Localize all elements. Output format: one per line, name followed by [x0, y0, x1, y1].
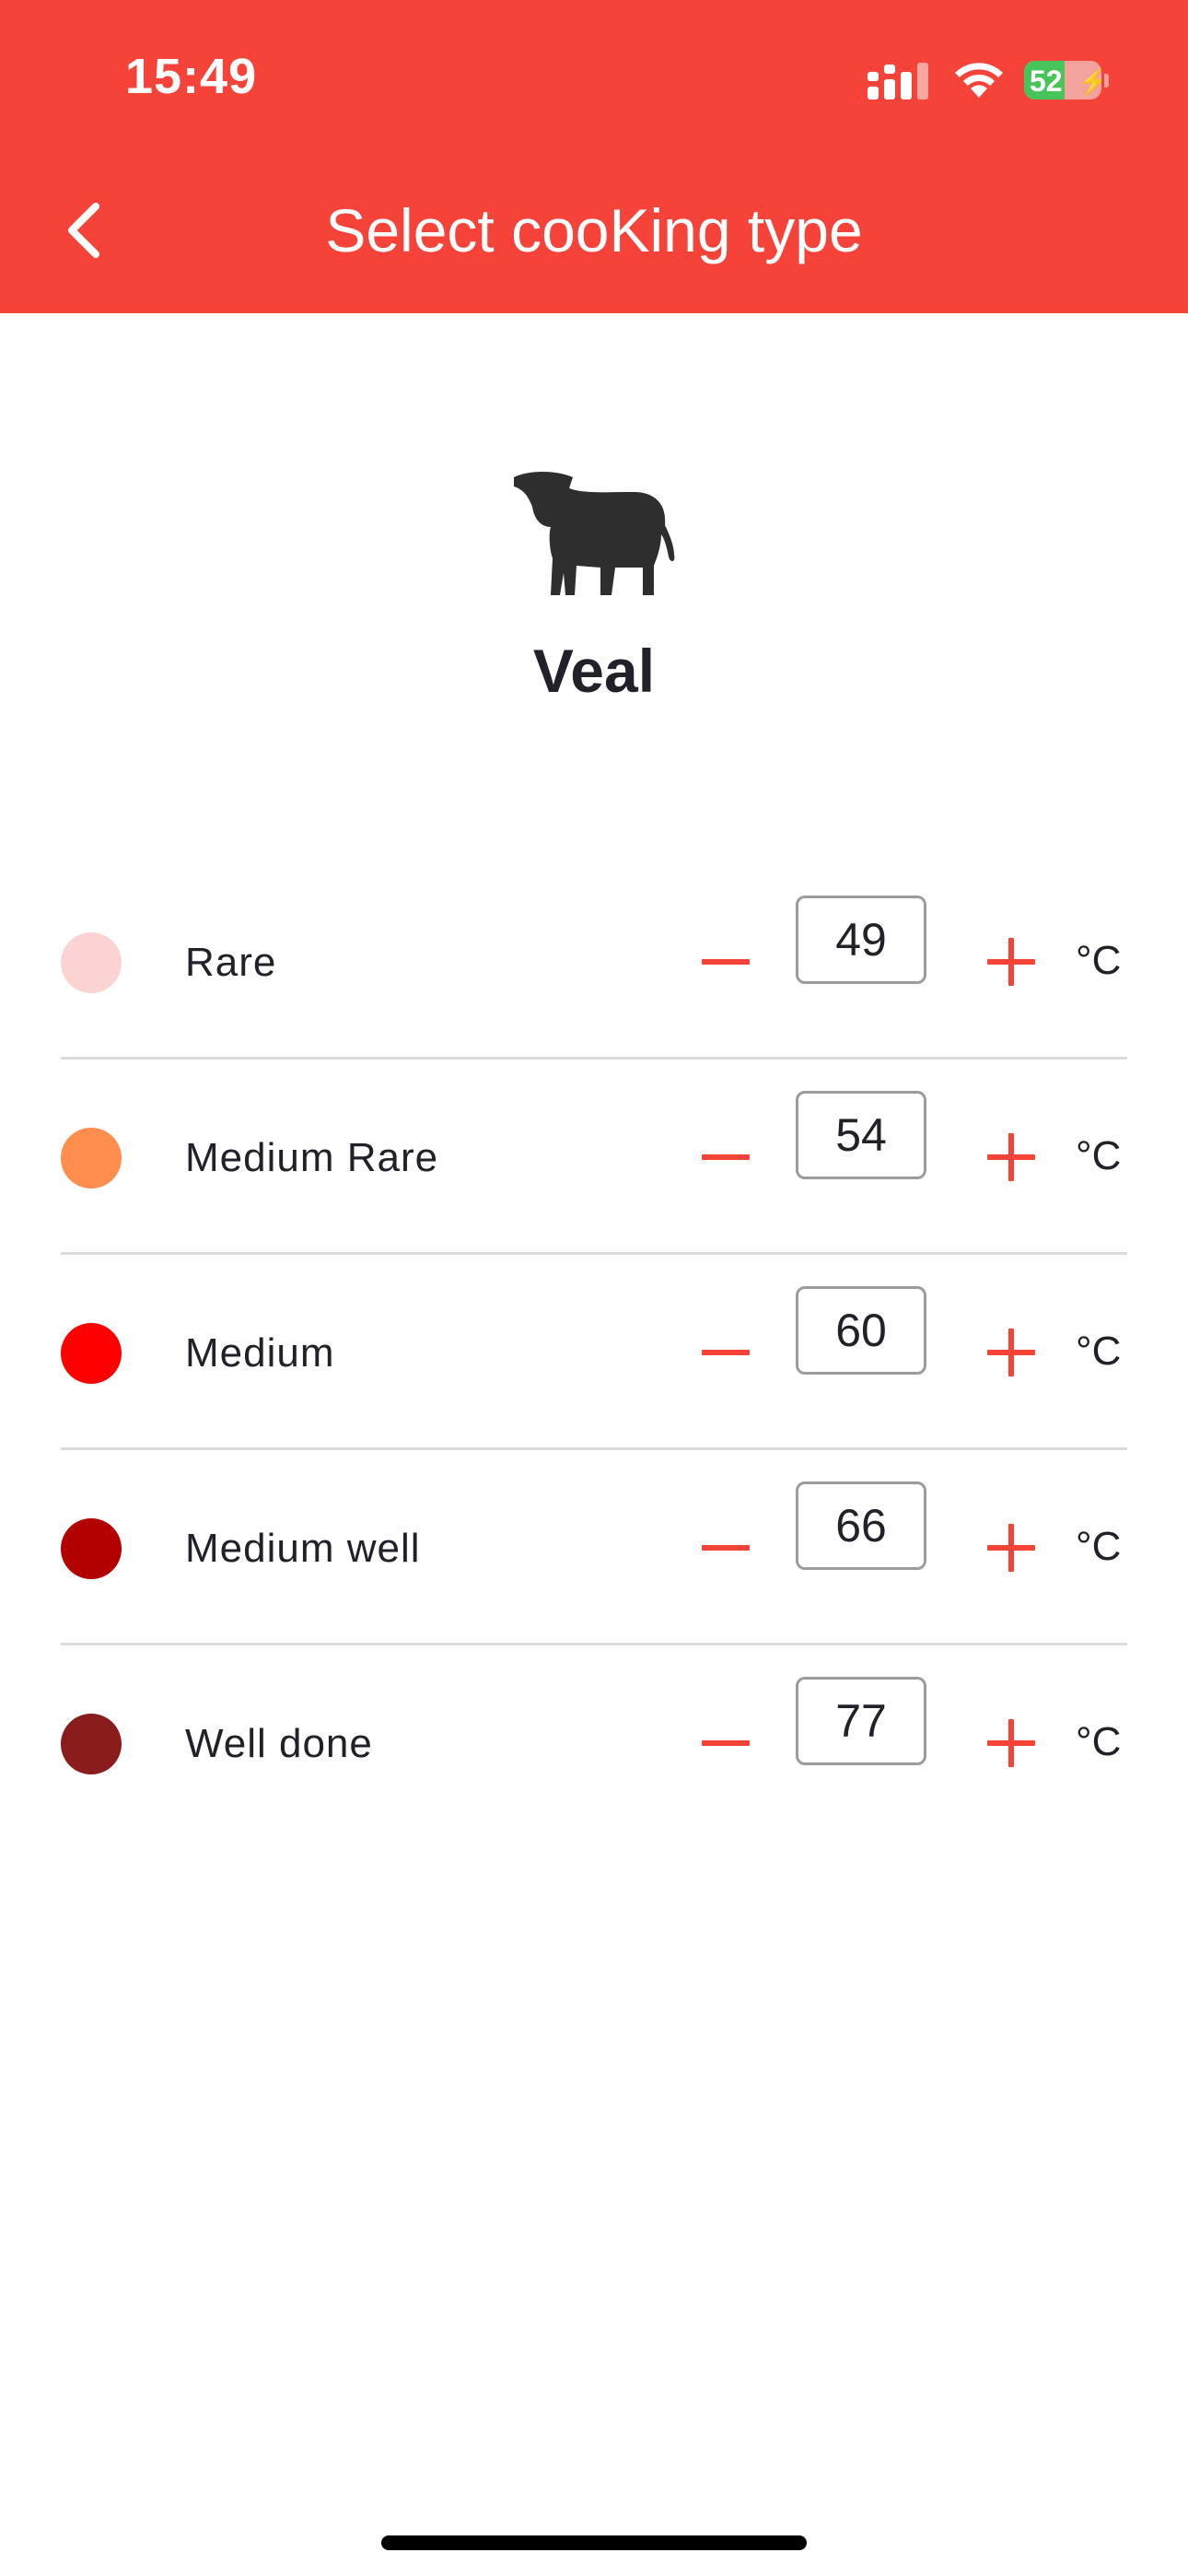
decrease-temp-button[interactable]	[698, 1131, 753, 1183]
charging-bolt-icon: ⚡	[1077, 67, 1101, 96]
temperature-field[interactable]: 54	[796, 1091, 926, 1179]
cooking-level-row-rare: Rare 49 °C	[61, 864, 1127, 1060]
temperature-field[interactable]: 77	[796, 1677, 926, 1765]
unit-label: °C	[1076, 1719, 1122, 1764]
temperature-field[interactable]: 60	[796, 1286, 926, 1375]
temperature-field[interactable]: 66	[796, 1481, 926, 1570]
battery-icon: 52 ⚡	[1024, 61, 1101, 100]
cow-icon	[514, 472, 675, 595]
decrease-temp-button[interactable]	[698, 1717, 753, 1769]
increase-temp-button[interactable]	[984, 1715, 1039, 1771]
doneness-color-dot	[61, 1128, 122, 1188]
doneness-color-dot	[61, 1323, 122, 1384]
doneness-color-dot	[61, 932, 122, 993]
unit-label: °C	[1076, 1524, 1122, 1569]
level-label: Medium Rare	[185, 1135, 439, 1180]
temperature-field[interactable]: 49	[796, 896, 926, 984]
cellular-signal-icon	[868, 63, 928, 100]
cooking-level-row-medium-rare: Medium Rare 54 °C	[61, 1060, 1127, 1255]
unit-label: °C	[1076, 1329, 1122, 1374]
wifi-icon	[955, 63, 1003, 98]
cooking-level-row-well-done: Well done 77 °C	[61, 1645, 1127, 1841]
cooking-level-list: Rare 49 °C Medium Rare 54 °C Medium 60 °…	[61, 864, 1127, 1841]
cooking-level-row-medium-well: Medium well 66 °C	[61, 1450, 1127, 1645]
battery-nub	[1104, 74, 1109, 88]
app-header: 15:49 52 ⚡ Select cooKing type	[0, 0, 1188, 313]
level-label: Well done	[185, 1721, 373, 1766]
doneness-color-dot	[61, 1518, 122, 1579]
increase-temp-button[interactable]	[984, 1520, 1039, 1575]
cooking-level-row-medium: Medium 60 °C	[61, 1255, 1127, 1450]
increase-temp-button[interactable]	[984, 1325, 1039, 1380]
level-label: Medium well	[185, 1526, 421, 1571]
battery-percent: 52	[1030, 64, 1063, 98]
increase-temp-button[interactable]	[984, 1130, 1039, 1185]
animal-name: Veal	[532, 637, 656, 705]
decrease-temp-button[interactable]	[698, 1522, 753, 1574]
status-time: 15:49	[125, 49, 258, 104]
doneness-color-dot	[61, 1714, 122, 1774]
unit-label: °C	[1076, 938, 1122, 983]
level-label: Rare	[185, 940, 277, 985]
decrease-temp-button[interactable]	[698, 936, 753, 988]
decrease-temp-button[interactable]	[698, 1327, 753, 1378]
unit-label: °C	[1076, 1133, 1122, 1178]
level-label: Medium	[185, 1330, 335, 1376]
increase-temp-button[interactable]	[984, 934, 1039, 989]
page-title: Select cooKing type	[325, 196, 863, 264]
home-indicator[interactable]	[381, 2535, 807, 2550]
